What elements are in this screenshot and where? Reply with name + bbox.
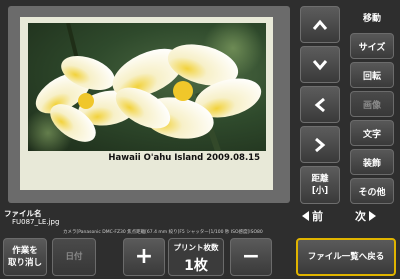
chevron-up-icon <box>312 19 328 30</box>
increase-count-button[interactable]: + <box>123 238 165 276</box>
photo-caption: Hawaii O'ahu Island 2009.08.15 <box>108 153 260 163</box>
move-up-button[interactable] <box>300 6 340 43</box>
menu-decoration-button[interactable]: 装飾 <box>350 149 394 175</box>
chevron-down-icon <box>312 59 328 70</box>
move-right-button[interactable] <box>300 126 340 163</box>
menu-move-tab[interactable]: 移動 <box>350 4 394 30</box>
back-to-file-list-button[interactable]: ファイル一覧へ戻る <box>296 238 396 276</box>
menu-image-quality-button[interactable]: 画像 <box>350 91 394 117</box>
date-button[interactable]: 日付 <box>52 238 96 276</box>
photo-image[interactable] <box>28 23 266 151</box>
chevron-right-icon <box>315 137 326 152</box>
undo-label-line2: 取り消し <box>7 258 42 268</box>
print-count-display: プリント枚数 1枚 <box>168 238 224 276</box>
exif-info: カメラ[Panasonic DMC-FZ30 焦点距離[67.4 mm 絞り[F… <box>63 230 263 235</box>
distance-value: [小] <box>311 186 329 196</box>
menu-text-button[interactable]: 文字 <box>350 120 394 146</box>
menu-rotate-button[interactable]: 回転 <box>350 62 394 88</box>
triangle-left-icon <box>302 211 309 221</box>
move-left-button[interactable] <box>300 86 340 123</box>
plumeria-photo <box>28 23 263 151</box>
triangle-right-icon <box>369 211 376 221</box>
print-count-value: 1枚 <box>184 258 208 274</box>
distance-label: 距離 <box>311 174 329 184</box>
next-label: 次 <box>355 210 366 223</box>
next-button[interactable]: 次 <box>355 208 376 224</box>
chevron-left-icon <box>314 97 325 112</box>
undo-label-line1: 作業を <box>12 246 38 256</box>
distance-button[interactable]: 距離 [小] <box>300 166 340 204</box>
file-name-value: FU087_LE.jpg <box>12 218 60 226</box>
print-count-label: プリント枚数 <box>173 243 219 252</box>
menu-other-button[interactable]: その他 <box>350 178 394 204</box>
undo-button[interactable]: 作業を 取り消し <box>3 238 47 276</box>
decrease-count-button[interactable]: − <box>230 238 272 276</box>
prev-button[interactable]: 前 <box>302 208 323 224</box>
prev-label: 前 <box>312 210 323 223</box>
move-down-button[interactable] <box>300 46 340 83</box>
menu-size-button[interactable]: サイズ <box>350 33 394 59</box>
